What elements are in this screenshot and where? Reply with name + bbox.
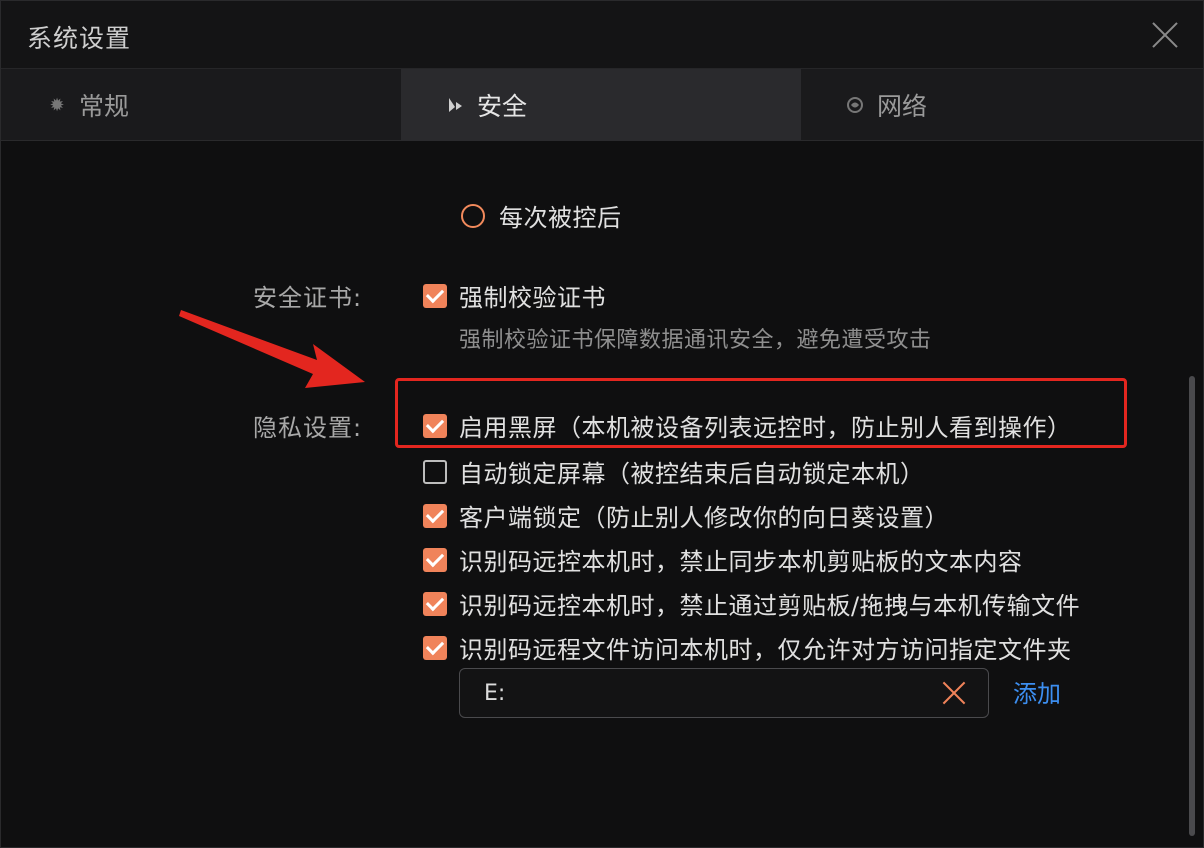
privacy-item-folder-access[interactable]: 识别码远程文件访问本机时，仅允许对方访问指定文件夹 — [423, 630, 1072, 665]
cert-force-check-checkbox[interactable] — [423, 283, 447, 308]
privacy-item-label: 启用黑屏（本机被设备列表远控时，防止别人看到操作） — [459, 414, 1072, 442]
privacy-label: 隐私设置: — [253, 414, 363, 442]
tab-label: 安全 — [477, 92, 528, 121]
cert-description: 强制校验证书保障数据通讯安全，避免遭受攻击 — [459, 328, 932, 353]
tab-label: 常规 — [79, 92, 130, 121]
tab-label: 网络 — [877, 92, 928, 121]
clear-icon[interactable] — [942, 681, 966, 705]
settings-window: 系统设置 ✹ 常规 安全 网络 每次被控后 安全证书: 强制校验证书 强制校验证… — [0, 0, 1204, 848]
folder-path-value: E: — [484, 680, 506, 706]
window-title: 系统设置 — [27, 24, 132, 53]
client-lock-checkbox[interactable] — [423, 503, 447, 528]
tab-network[interactable]: 网络 — [801, 69, 1203, 141]
black-screen-checkbox[interactable] — [423, 413, 447, 438]
radio-after-control-label: 每次被控后 — [499, 204, 622, 232]
scrollbar[interactable] — [1189, 376, 1195, 836]
clipboard-text-checkbox[interactable] — [423, 547, 447, 572]
privacy-item-clipboard-text[interactable]: 识别码远控本机时，禁止同步本机剪贴板的文本内容 — [423, 542, 1023, 577]
privacy-item-label: 识别码远控本机时，禁止同步本机剪贴板的文本内容 — [459, 548, 1023, 576]
folder-access-checkbox[interactable] — [423, 635, 447, 660]
radio-after-control[interactable] — [461, 203, 485, 228]
privacy-item-label: 自动锁定屏幕（被控结束后自动锁定本机） — [459, 460, 925, 488]
cert-force-check-label: 强制校验证书 — [459, 284, 606, 312]
privacy-item-clipboard-file[interactable]: 识别码远控本机时，禁止通过剪贴板/拖拽与本机传输文件 — [423, 586, 1080, 621]
privacy-item-black-screen[interactable]: 启用黑屏（本机被设备列表远控时，防止别人看到操作） — [423, 408, 1072, 443]
privacy-item-label: 识别码远控本机时，禁止通过剪贴板/拖拽与本机传输文件 — [459, 592, 1081, 620]
folder-path-input[interactable]: E: — [459, 668, 989, 718]
privacy-item-label: 客户端锁定（防止别人修改你的向日葵设置） — [459, 504, 949, 532]
title-bar: 系统设置 — [1, 1, 1203, 69]
tab-bar: ✹ 常规 安全 网络 — [1, 69, 1203, 141]
arrow-annotation-icon — [179, 310, 365, 388]
privacy-item-label: 识别码远程文件访问本机时，仅允许对方访问指定文件夹 — [459, 636, 1072, 664]
close-icon[interactable] — [1151, 21, 1179, 49]
gear-icon: ✹ — [49, 94, 65, 116]
add-folder-link[interactable]: 添加 — [1013, 674, 1061, 709]
clipboard-file-checkbox[interactable] — [423, 591, 447, 616]
privacy-item-auto-lock[interactable]: 自动锁定屏幕（被控结束后自动锁定本机） — [423, 454, 925, 489]
radio-after-control-row[interactable]: 每次被控后 — [461, 198, 622, 233]
shield-icon — [445, 95, 465, 115]
auto-lock-checkbox[interactable] — [423, 459, 447, 484]
globe-icon — [845, 95, 865, 115]
tab-general[interactable]: ✹ 常规 — [1, 69, 401, 141]
privacy-item-client-lock[interactable]: 客户端锁定（防止别人修改你的向日葵设置） — [423, 498, 949, 533]
tab-security[interactable]: 安全 — [401, 69, 801, 141]
security-settings-panel: 每次被控后 安全证书: 强制校验证书 强制校验证书保障数据通讯安全，避免遭受攻击… — [1, 142, 1203, 848]
cert-force-check-row[interactable]: 强制校验证书 — [423, 278, 606, 313]
